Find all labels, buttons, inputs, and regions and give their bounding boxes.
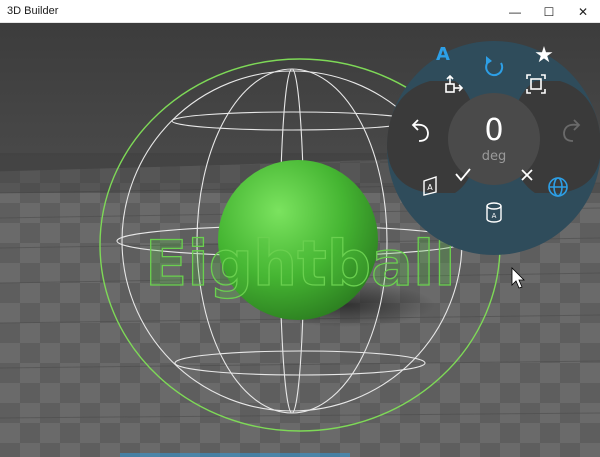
rotation-value[interactable]: 0 [484,113,503,148]
title-bar: 3D Builder — ☐ ✕ [0,0,600,23]
favorite-star-icon[interactable]: ★ [534,43,554,68]
text-tool-icon[interactable]: A [436,44,450,65]
maximize-icon: ☐ [543,4,555,19]
control-wheel[interactable]: 0 deg A ★ A A [387,41,600,255]
close-icon: ✕ [577,4,589,19]
selection-edge-highlight [120,453,350,457]
maximize-button[interactable]: ☐ [532,0,566,23]
3d-viewport[interactable]: Eightball 0 deg A ★ A A [0,23,600,457]
object-text-label[interactable]: Eightball [144,226,456,300]
scene-canvas[interactable]: Eightball 0 deg A ★ A A [0,23,600,457]
svg-text:A: A [492,212,497,220]
minimize-icon: — [509,4,521,19]
close-button[interactable]: ✕ [566,0,600,23]
svg-text:A: A [427,183,433,192]
app-title: 3D Builder [7,5,59,17]
rotation-unit: deg [482,149,507,164]
minimize-button[interactable]: — [498,0,532,23]
